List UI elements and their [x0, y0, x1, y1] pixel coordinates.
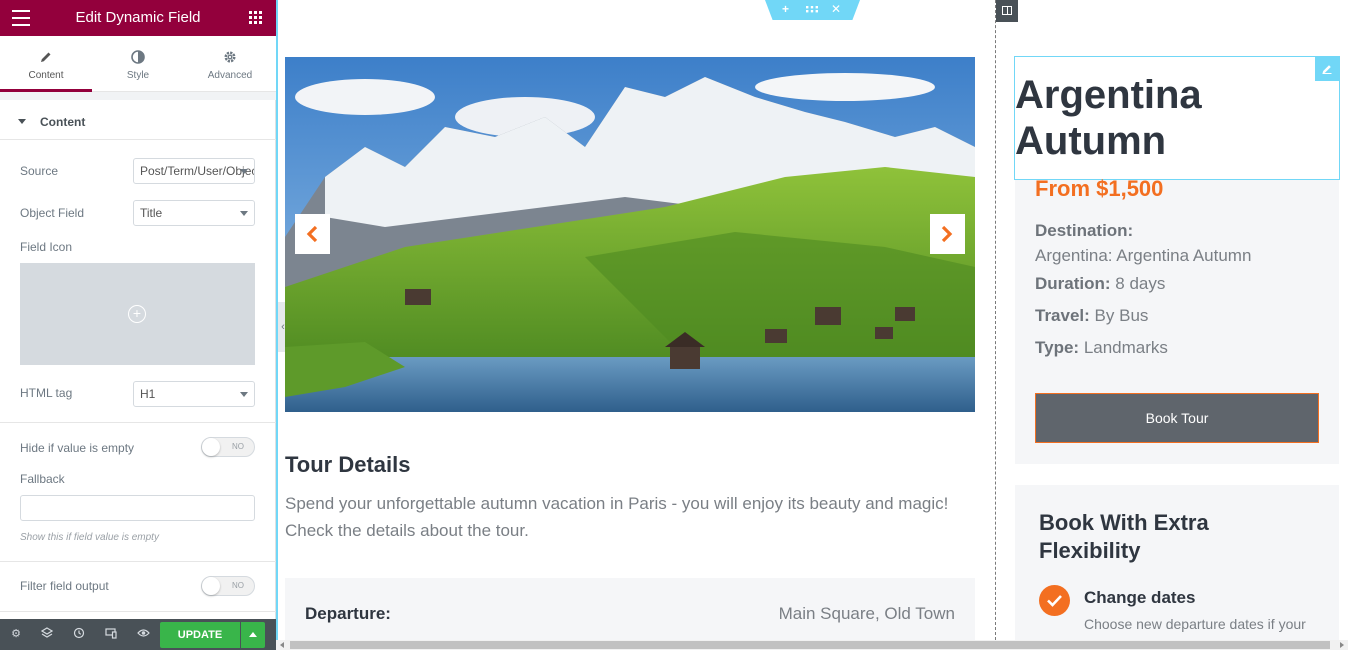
- html-tag-value: H1: [140, 387, 156, 401]
- layers-icon[interactable]: [40, 627, 54, 641]
- html-tag-label: HTML tag: [20, 386, 73, 400]
- scrollbar-thumb[interactable]: [290, 641, 1330, 649]
- divider: [0, 422, 276, 423]
- toggle-knob: [202, 577, 220, 595]
- plus-icon[interactable]: +: [128, 305, 146, 323]
- widgets-grid-icon[interactable]: [249, 11, 262, 24]
- chevron-down-icon: [240, 211, 248, 216]
- object-field-select[interactable]: Title: [133, 200, 255, 226]
- content-section-toggle[interactable]: Content: [0, 104, 276, 140]
- fallback-input[interactable]: [20, 495, 255, 521]
- caret-down-icon: [18, 119, 26, 124]
- tour-title: Argentina Autumn: [1015, 73, 1202, 163]
- filter-output-label: Filter field output: [20, 579, 109, 593]
- panel-separator: [0, 92, 276, 100]
- filter-output-toggle[interactable]: NO: [201, 576, 255, 596]
- panel-tabs: Content Style Advanced: [0, 36, 276, 92]
- fallback-hint: Show this if field value is empty: [20, 532, 159, 543]
- duration-value: 8 days: [1115, 274, 1166, 293]
- duration-label: Duration:: [1035, 274, 1111, 293]
- type-row: Type: Landmarks: [1035, 338, 1168, 358]
- tour-price: From $1,500: [1035, 176, 1164, 201]
- field-icon-label: Field Icon: [20, 240, 73, 254]
- type-value: Landmarks: [1083, 338, 1168, 357]
- flexibility-card: Book With Extra Flexibility Change dates…: [1015, 485, 1339, 645]
- source-select[interactable]: Post/Term/User/Object: [133, 158, 255, 184]
- divider: [0, 611, 276, 612]
- update-button[interactable]: UPDATE: [160, 622, 240, 648]
- column-handle-icon[interactable]: [996, 0, 1018, 22]
- preview-eye-icon[interactable]: [136, 627, 150, 641]
- divider: [0, 561, 276, 562]
- slider-prev-button[interactable]: [295, 214, 330, 254]
- drag-grid-icon[interactable]: [805, 3, 819, 17]
- scroll-left-arrow-icon[interactable]: [280, 642, 284, 648]
- tour-image-slider[interactable]: [285, 57, 975, 412]
- toggle-state: NO: [232, 442, 244, 451]
- chevron-left-icon: [306, 225, 318, 243]
- close-section-icon[interactable]: ✕: [831, 2, 841, 16]
- tab-style[interactable]: Style: [92, 36, 184, 91]
- tour-info-card: From $1,500 Destination: Argentina: Arge…: [1015, 176, 1339, 464]
- panel-title: Edit Dynamic Field: [75, 9, 201, 26]
- chevron-down-icon: [240, 169, 248, 174]
- add-section-icon[interactable]: +: [782, 2, 789, 16]
- travel-value: By Bus: [1094, 306, 1149, 325]
- chevron-up-icon: [249, 632, 257, 637]
- travel-label: Travel:: [1035, 306, 1090, 325]
- tab-content-label: Content: [28, 70, 64, 81]
- flexibility-heading: Book With Extra Flexibility: [1039, 510, 1209, 563]
- field-icon-picker[interactable]: +: [20, 263, 255, 365]
- mountain-landscape-image: [285, 57, 975, 412]
- book-tour-button[interactable]: Book Tour: [1035, 393, 1319, 443]
- tab-advanced-label: Advanced: [207, 70, 253, 81]
- update-options-button[interactable]: [241, 622, 265, 648]
- settings-gear-icon[interactable]: ⚙: [9, 627, 23, 641]
- horizontal-scrollbar[interactable]: [276, 640, 1348, 650]
- editor-panel: Edit Dynamic Field Content Style Advance…: [0, 0, 276, 650]
- destination-value: Argentina: Argentina Autumn: [1035, 246, 1252, 265]
- travel-row: Travel: By Bus: [1035, 306, 1148, 326]
- history-icon[interactable]: [72, 627, 86, 641]
- section-title: Content: [40, 115, 86, 129]
- column-divider: [995, 0, 996, 640]
- responsive-icon[interactable]: [104, 627, 118, 641]
- section-handle: + ✕: [765, 0, 860, 20]
- type-label: Type:: [1035, 338, 1080, 357]
- panel-header: Edit Dynamic Field: [0, 0, 276, 36]
- object-field-label: Object Field: [20, 206, 85, 220]
- tour-details-heading: Tour Details: [285, 452, 411, 477]
- destination-label: Destination:: [1035, 221, 1134, 240]
- scroll-right-arrow-icon[interactable]: [1340, 642, 1344, 648]
- chevron-down-icon: [240, 392, 248, 397]
- half-circle-icon: [92, 50, 184, 66]
- hide-empty-label: Hide if value is empty: [20, 441, 135, 455]
- duration-row: Duration: 8 days: [1035, 274, 1165, 294]
- gear-icon: [184, 50, 276, 66]
- tab-content[interactable]: Content: [0, 36, 92, 92]
- pencil-icon: [0, 50, 92, 66]
- source-label: Source: [20, 164, 59, 178]
- change-dates-description: Choose new departure dates if your plans…: [1084, 616, 1306, 637]
- tab-advanced[interactable]: Advanced: [184, 36, 276, 91]
- departure-row: Departure: Main Square, Old Town: [285, 578, 975, 640]
- chevron-right-icon: [941, 225, 953, 243]
- tab-style-label: Style: [126, 70, 150, 81]
- html-tag-select[interactable]: H1: [133, 381, 255, 407]
- departure-value: Main Square, Old Town: [778, 604, 955, 623]
- object-field-value: Title: [140, 206, 163, 220]
- source-value: Post/Term/User/Object: [140, 164, 255, 178]
- tour-details-description: Spend your unforgettable autumn vacation…: [285, 494, 949, 540]
- fallback-label: Fallback: [20, 472, 65, 486]
- toggle-knob: [202, 438, 220, 456]
- departure-label: Departure:: [305, 604, 391, 623]
- change-dates-title: Change dates: [1084, 588, 1196, 607]
- destination-label-row: Destination:: [1035, 221, 1133, 241]
- section-outline: [276, 0, 278, 640]
- hide-empty-toggle[interactable]: NO: [201, 437, 255, 457]
- checkmark-icon: [1039, 585, 1070, 616]
- toggle-state: NO: [232, 581, 244, 590]
- slider-next-button[interactable]: [930, 214, 965, 254]
